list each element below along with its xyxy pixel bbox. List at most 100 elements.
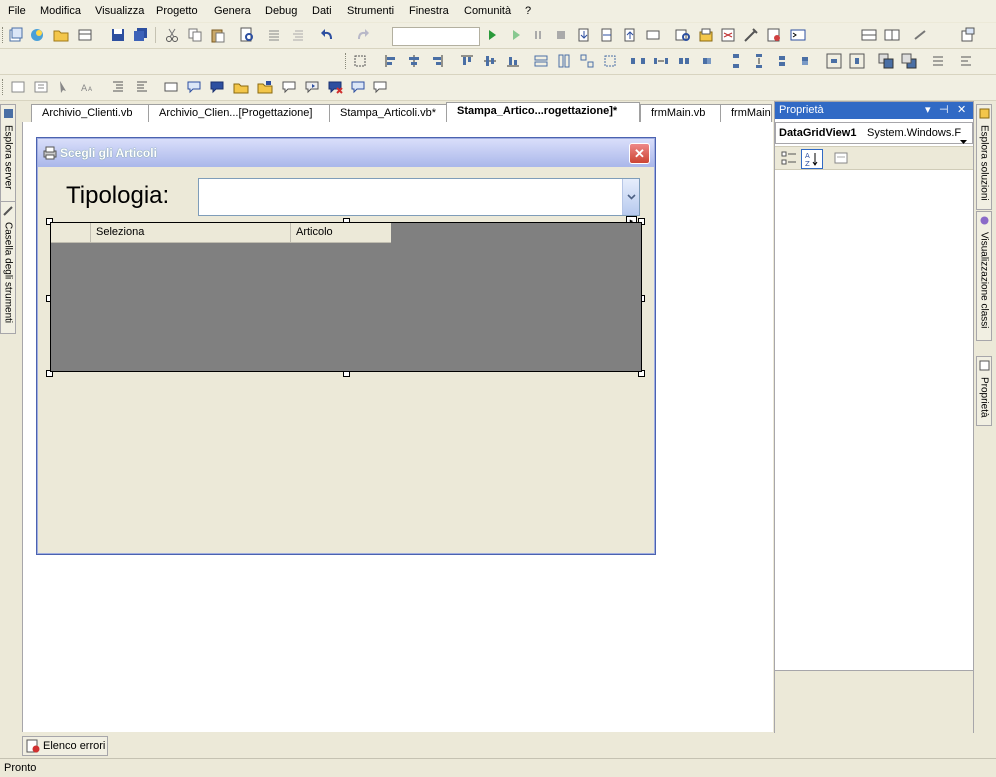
step-over-icon[interactable] [599, 27, 615, 43]
menu-progetto[interactable]: Progetto [156, 5, 198, 17]
callout-outline-icon[interactable] [281, 79, 297, 95]
center-horizontally-icon[interactable] [826, 53, 842, 69]
center-vertically-icon[interactable] [849, 53, 865, 69]
add-item-dropdown-icon[interactable] [77, 27, 93, 43]
decrease-h-spacing-icon[interactable] [676, 53, 692, 69]
property-pages-icon[interactable] [833, 150, 849, 169]
data-sources-icon[interactable] [960, 27, 976, 43]
sidetab-properties[interactable]: Proprietà [976, 356, 992, 426]
folder-open-icon[interactable] [257, 79, 273, 95]
send-to-back-icon[interactable] [901, 53, 917, 69]
doctab-stampa-articoli-design[interactable]: Stampa_Artico...rogettazione]* [446, 102, 640, 122]
toolbar-grip[interactable] [2, 79, 6, 95]
close-icon[interactable]: ✕ [957, 102, 966, 119]
save-icon[interactable] [110, 27, 126, 43]
format-icon[interactable] [33, 79, 49, 95]
rectangle-icon[interactable] [163, 79, 179, 95]
alphabetical-icon[interactable]: AZ [801, 149, 823, 169]
copy-icon[interactable] [187, 27, 203, 43]
open-folder-icon[interactable] [53, 27, 69, 43]
solution-config-combo[interactable] [392, 27, 480, 46]
indent-icon[interactable] [110, 79, 126, 95]
callout-icon[interactable] [186, 79, 202, 95]
sidetab-solution-explorer[interactable]: Esplora soluzioni [976, 104, 992, 210]
new-project-icon[interactable] [8, 27, 24, 43]
remove-h-spacing-icon[interactable] [699, 53, 715, 69]
menu-genera[interactable]: Genera [214, 5, 251, 17]
menu-strumenti[interactable]: Strumenti [347, 5, 394, 17]
menu-file[interactable]: File [8, 5, 26, 17]
lock-controls-icon[interactable] [958, 53, 974, 69]
find-in-files-icon[interactable] [239, 27, 255, 43]
toolbar-options-icon[interactable] [913, 27, 929, 43]
remove-v-spacing-icon[interactable] [797, 53, 813, 69]
form-close-button[interactable]: ✕ [629, 143, 650, 164]
callout-dark-icon[interactable] [209, 79, 225, 95]
comment-lines-icon[interactable] [266, 27, 282, 43]
make-same-size-icon[interactable] [579, 53, 595, 69]
toolbar-grip[interactable] [345, 53, 349, 69]
align-to-grid-icon[interactable] [352, 53, 368, 69]
doctab-archivio-clienti-vb[interactable]: Archivio_Clienti.vb [31, 104, 163, 122]
toolbox-icon[interactable] [743, 27, 759, 43]
tipologia-combobox[interactable] [198, 178, 640, 216]
callout-arrow-icon[interactable] [304, 79, 320, 95]
uncomment-lines-icon[interactable] [290, 27, 306, 43]
error-list-tab[interactable]: Elenco errori [22, 736, 108, 756]
solution-explorer-icon[interactable] [698, 27, 714, 43]
categorized-icon[interactable] [781, 150, 797, 169]
object-browser-icon[interactable] [766, 27, 782, 43]
toolbar-grip[interactable] [2, 27, 6, 43]
outdent-icon[interactable] [134, 79, 150, 95]
layout-grid-icon[interactable] [861, 27, 877, 43]
add-item-icon[interactable] [29, 27, 45, 43]
dropdown-icon[interactable]: ▾ [925, 102, 931, 119]
doctab-stampa-articoli-vb[interactable]: Stampa_Articoli.vb* [329, 104, 457, 122]
start-debug-icon[interactable] [484, 27, 500, 43]
doctab-frmmain[interactable]: frmMain [720, 104, 772, 122]
select-icon[interactable] [56, 79, 72, 95]
menu-modifica[interactable]: Modifica [40, 5, 81, 17]
folder-callout-icon[interactable] [233, 79, 249, 95]
doctab-frmmain-vb[interactable]: frmMain.vb [640, 104, 722, 122]
redo-icon[interactable] [354, 27, 370, 43]
make-same-height-icon[interactable] [556, 53, 572, 69]
form-titlebar[interactable]: Scegli gli Articoli ✕ [38, 139, 654, 167]
properties-window-icon[interactable] [720, 27, 736, 43]
callout-forward-icon[interactable] [372, 79, 388, 95]
sidetab-toolbox[interactable]: Casella degli strumenti [0, 201, 16, 334]
undo-icon[interactable] [320, 27, 336, 43]
vertical-spacing-icon[interactable] [728, 53, 744, 69]
align-bottoms-icon[interactable] [505, 53, 521, 69]
menu-dati[interactable]: Dati [312, 5, 332, 17]
increase-v-spacing-icon[interactable] [751, 53, 767, 69]
find-icon[interactable] [675, 27, 691, 43]
bring-to-front-icon[interactable] [878, 53, 894, 69]
pin-icon[interactable]: ⊣ [939, 102, 949, 119]
step-into-icon[interactable] [576, 27, 592, 43]
align-tops-icon[interactable] [459, 53, 475, 69]
size-to-grid-icon[interactable] [602, 53, 618, 69]
properties-object-combo[interactable]: DataGridView1 System.Windows.F [775, 122, 973, 144]
align-lefts-icon[interactable] [383, 53, 399, 69]
cut-icon[interactable] [164, 27, 180, 43]
menu-finestra[interactable]: Finestra [409, 5, 449, 17]
stop-icon[interactable] [553, 27, 569, 43]
callout-back-icon[interactable] [350, 79, 366, 95]
menu-visualizza[interactable]: Visualizza [95, 5, 144, 17]
callout-delete-icon[interactable] [327, 79, 343, 95]
align-centers-icon[interactable] [406, 53, 422, 69]
step-out-icon[interactable] [622, 27, 638, 43]
sidetab-server-explorer[interactable]: Esplora server [0, 104, 16, 202]
test-dialog-icon[interactable] [10, 79, 26, 95]
increase-h-spacing-icon[interactable] [653, 53, 669, 69]
make-same-width-icon[interactable] [533, 53, 549, 69]
grid-row-header[interactable] [51, 223, 91, 242]
horizontal-spacing-icon[interactable] [630, 53, 646, 69]
menu-debug[interactable]: Debug [265, 5, 297, 17]
pause-icon[interactable] [530, 27, 546, 43]
datagridview[interactable]: Seleziona Articolo [50, 222, 642, 372]
paste-icon[interactable] [210, 27, 226, 43]
decrease-v-spacing-icon[interactable] [774, 53, 790, 69]
font-size-icon[interactable]: AA [80, 79, 96, 95]
